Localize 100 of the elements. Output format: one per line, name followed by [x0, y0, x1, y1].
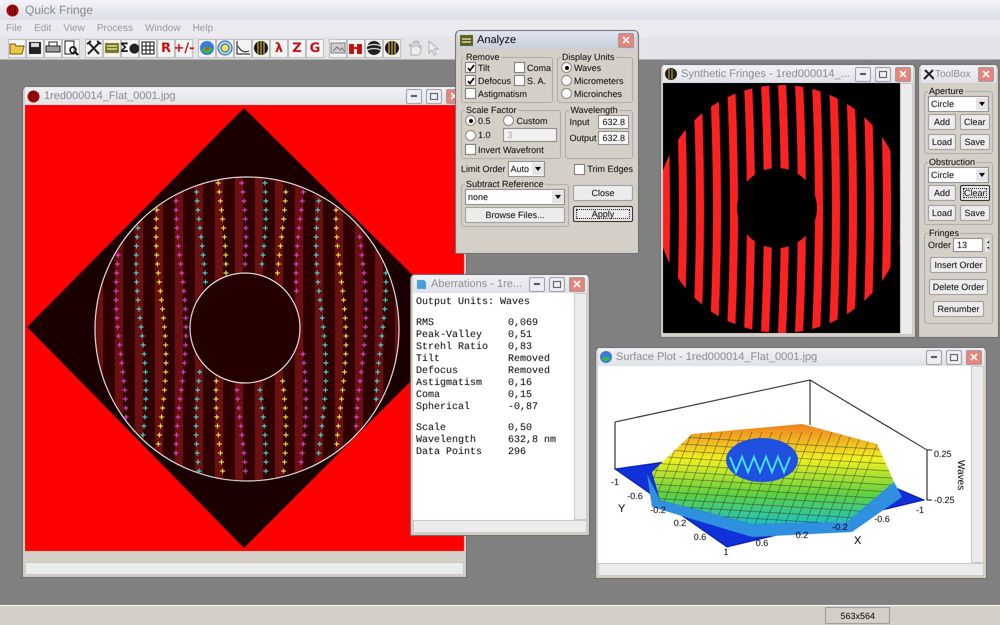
tool-button[interactable]: Renumber	[933, 301, 984, 317]
checkbox[interactable]	[465, 88, 476, 99]
toolbar-button[interactable]	[383, 38, 401, 58]
horizontal-scrollbar[interactable]	[25, 562, 464, 575]
vertical-scrollbar[interactable]	[971, 366, 984, 563]
radio-button[interactable]	[465, 130, 476, 140]
minimize-button[interactable]	[926, 350, 942, 364]
horizontal-scrollbar[interactable]	[413, 520, 587, 533]
checkbox-label: Invert Wavefront	[478, 144, 544, 154]
close-icon	[899, 70, 907, 78]
result-label: Peak-Valley	[416, 330, 484, 341]
checkbox[interactable]	[465, 144, 476, 155]
tools-icon	[923, 68, 934, 80]
result-value: 296	[508, 447, 528, 458]
striped-sphere-icon	[384, 40, 400, 56]
close-button[interactable]	[569, 276, 585, 292]
checkbox[interactable]	[465, 62, 476, 73]
group-label: Wavelength	[569, 105, 619, 115]
wave-icon	[366, 40, 382, 56]
order-spinner-field[interactable]: 13	[953, 238, 984, 252]
toolbar-button[interactable]	[26, 38, 44, 58]
radio-button[interactable]	[561, 88, 572, 99]
vertical-scrollbar[interactable]	[900, 83, 913, 335]
toolbar-button[interactable]: Z	[288, 38, 306, 58]
app-title: Quick Fringe	[25, 3, 94, 17]
maximize-button[interactable]	[875, 66, 891, 82]
toolbar-button[interactable]	[85, 38, 103, 58]
radio-label: Microinches	[574, 88, 622, 98]
tool-button[interactable]: Save	[960, 205, 990, 221]
toolbar-button[interactable]	[139, 38, 157, 58]
toolbar-button[interactable]: Σ●	[121, 38, 139, 58]
maximize-button[interactable]	[946, 350, 962, 364]
dialog-button[interactable]: Apply	[573, 206, 633, 222]
toolbar-button[interactable]	[365, 38, 383, 58]
toolbar-button[interactable]	[44, 38, 62, 58]
close-button[interactable]	[618, 32, 634, 48]
dialog-button[interactable]: Close	[573, 184, 633, 200]
toolbar-button[interactable]: λ	[270, 38, 288, 58]
result-label: Astigmatism	[416, 378, 484, 389]
result-label: Tilt	[416, 354, 442, 365]
tool-button[interactable]: Clear	[960, 185, 990, 201]
reference-dropdown[interactable]: none	[465, 189, 565, 205]
toolbar-button[interactable]: +/-	[175, 38, 193, 58]
checkbox[interactable]	[514, 75, 526, 86]
axis-tick-label: 0.2	[674, 518, 686, 528]
radio-button[interactable]	[561, 62, 572, 73]
minimize-button[interactable]	[406, 88, 422, 104]
tool-button[interactable]: Load	[928, 134, 956, 150]
toolbar-button[interactable]: G	[306, 38, 324, 58]
contour-icon	[217, 40, 233, 56]
result-value: 0,50	[508, 423, 534, 434]
tool-button[interactable]: Insert Order	[930, 257, 986, 273]
axis-tick-label: -0.25	[934, 495, 955, 505]
tool-button[interactable]: Save	[960, 134, 990, 150]
output-wavelength-field[interactable]: 632.8	[598, 131, 629, 145]
minimize-button[interactable]	[529, 276, 545, 292]
horizontal-scrollbar[interactable]	[598, 563, 984, 576]
tool-button[interactable]: Load	[928, 205, 956, 221]
checkbox-label: Coma	[527, 62, 552, 72]
shape-dropdown[interactable]: Circle	[928, 167, 989, 183]
close-button[interactable]	[978, 66, 994, 82]
close-icon	[573, 280, 581, 288]
axis-tick-label: 0.6	[756, 538, 768, 548]
maximize-button[interactable]	[426, 88, 442, 104]
radio-button[interactable]	[503, 115, 514, 126]
shape-dropdown[interactable]: Circle	[928, 96, 989, 112]
close-button[interactable]	[895, 66, 911, 82]
close-icon	[982, 70, 990, 78]
tool-button[interactable]: Add	[928, 185, 956, 201]
vertical-scrollbar[interactable]	[574, 293, 587, 520]
close-button[interactable]	[966, 350, 982, 364]
axis-tick-label: -0.6	[874, 514, 890, 524]
close-icon	[450, 92, 458, 100]
group-label: Obstruction	[928, 157, 976, 167]
checkbox[interactable]	[514, 62, 526, 73]
hand-icon	[407, 40, 423, 56]
toolbar-button[interactable]	[234, 38, 252, 58]
maximize-button[interactable]	[549, 276, 565, 292]
checkbox-label: Astigmatism	[478, 88, 528, 98]
radio-button[interactable]	[465, 115, 476, 126]
limit-order-dropdown[interactable]: Auto	[508, 161, 546, 177]
group-label: Fringes	[928, 228, 960, 238]
minimize-button[interactable]	[855, 66, 871, 82]
toolbar-button[interactable]	[252, 38, 270, 58]
toolbar-button[interactable]	[62, 38, 80, 58]
checkbox-label: Trim Edges	[587, 164, 633, 174]
checkbox[interactable]	[465, 75, 476, 86]
radio-label: 0.5	[478, 116, 491, 126]
minimize-icon	[931, 356, 937, 358]
radio-label: Custom	[516, 116, 548, 126]
input-wavelength-field[interactable]: 632.8	[598, 115, 629, 129]
result-label: Defocus	[416, 366, 460, 377]
field-label: Output	[569, 133, 596, 143]
toolbar-button[interactable]: R	[157, 38, 175, 58]
checkbox[interactable]	[574, 164, 586, 174]
browse-files-button[interactable]: Browse Files...	[465, 207, 565, 223]
tool-button[interactable]: Delete Order	[928, 279, 988, 295]
radio-button[interactable]	[561, 75, 572, 86]
tool-button[interactable]: Add	[928, 114, 956, 130]
tool-button[interactable]: Clear	[960, 114, 990, 130]
